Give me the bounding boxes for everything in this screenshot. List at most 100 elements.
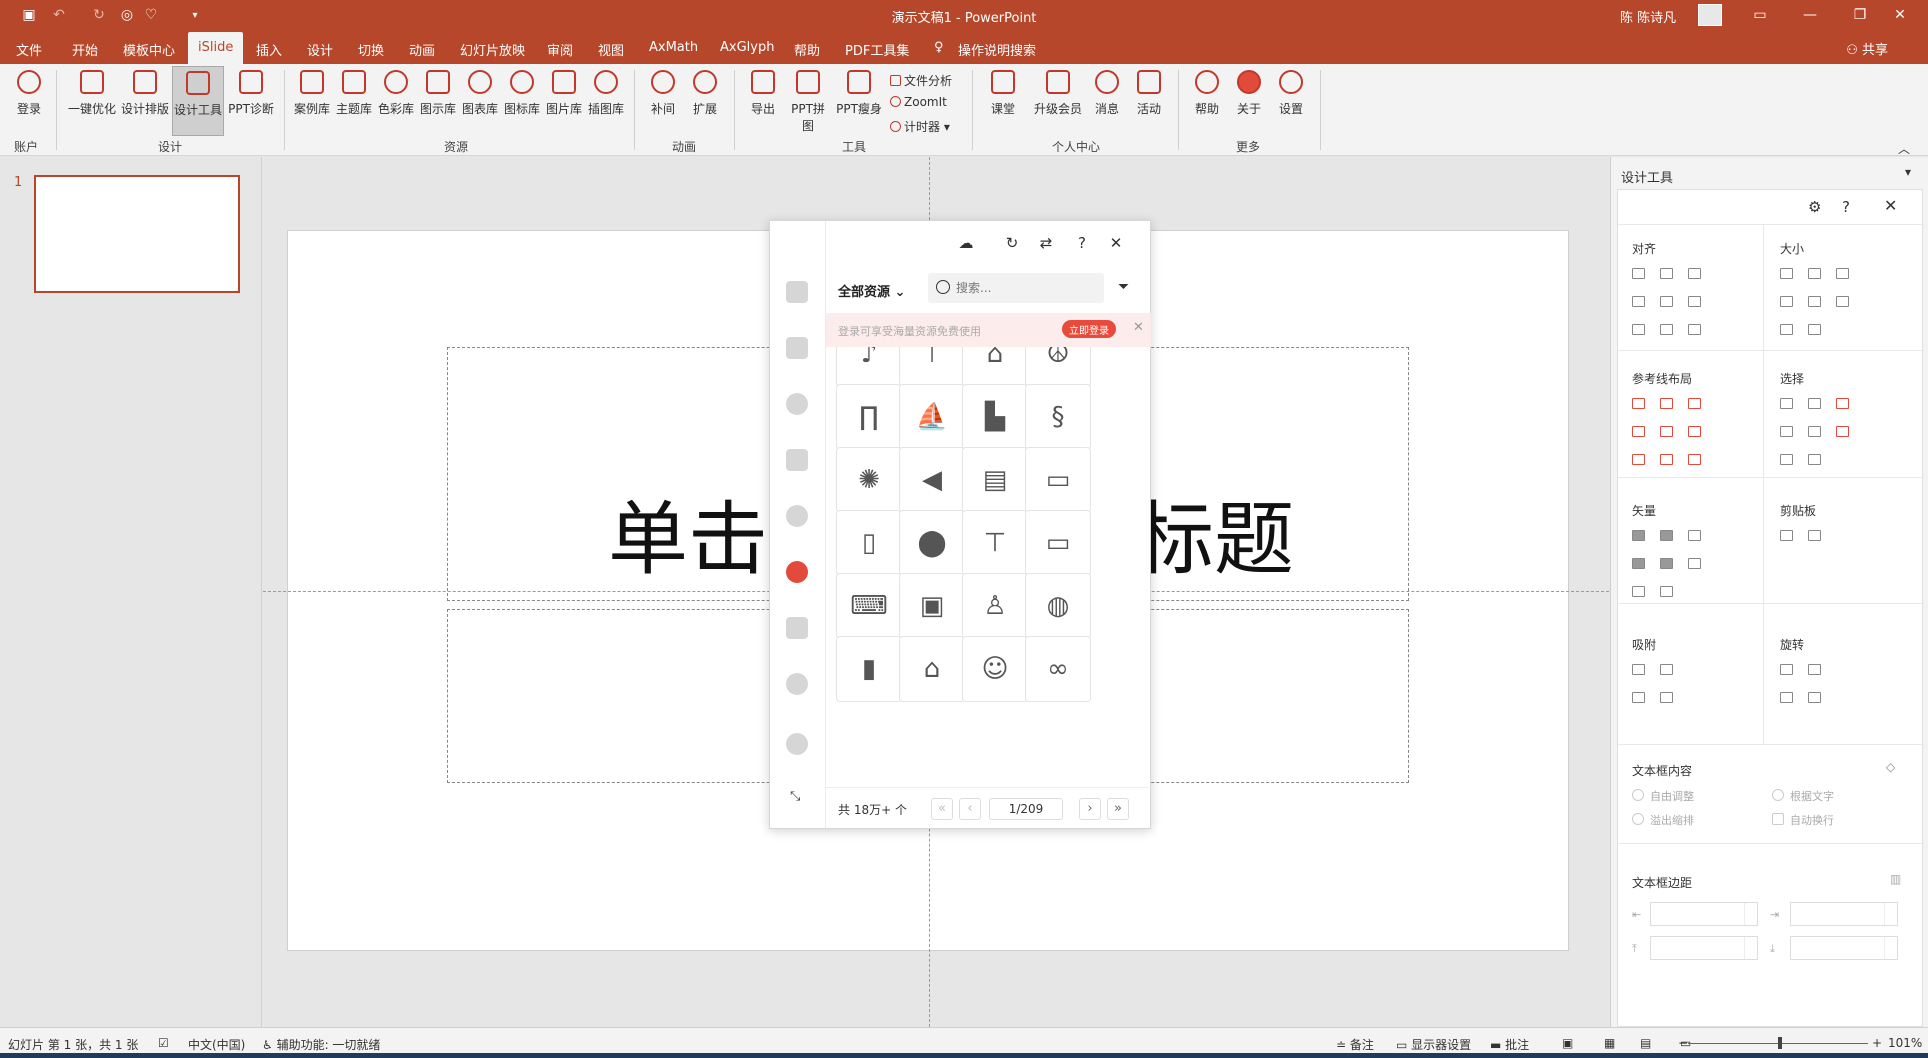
select-same-fill-icon[interactable] bbox=[1780, 398, 1793, 409]
tab-axglyph[interactable]: AxGlyph bbox=[720, 37, 774, 58]
select-check-icon[interactable] bbox=[1836, 398, 1849, 409]
palette-category-icon[interactable] bbox=[786, 393, 808, 415]
vector-combine-icon[interactable] bbox=[1660, 530, 1673, 541]
expand-right-icon[interactable] bbox=[1808, 296, 1821, 307]
loading-icon[interactable]: ✺ bbox=[836, 447, 902, 513]
theme-category-icon[interactable] bbox=[786, 337, 808, 359]
accessibility-status[interactable]: ♿ 辅助功能: 一切就绪 bbox=[262, 1036, 380, 1053]
tab-animations[interactable]: 动画 bbox=[409, 37, 435, 62]
help-button[interactable]: 帮助 bbox=[1192, 70, 1222, 117]
bank-icon[interactable]: ⌂ bbox=[899, 636, 965, 702]
clipboard-copy-icon[interactable] bbox=[1780, 530, 1793, 541]
align-top-icon[interactable] bbox=[1632, 296, 1645, 307]
select-top-icon[interactable] bbox=[1780, 426, 1793, 437]
align-left-icon[interactable] bbox=[1632, 268, 1645, 279]
vector-copy-icon[interactable] bbox=[1660, 586, 1673, 597]
next-page-icon[interactable]: › bbox=[1079, 798, 1101, 820]
guide-vcenter-icon[interactable] bbox=[1660, 426, 1673, 437]
guide-left-icon[interactable] bbox=[1632, 398, 1645, 409]
same-width-icon[interactable] bbox=[1780, 268, 1793, 279]
ribbon-display-icon[interactable]: ▭ bbox=[1740, 4, 1780, 26]
same-height-icon[interactable] bbox=[1808, 268, 1821, 279]
help-icon[interactable]: ? bbox=[1842, 198, 1850, 216]
collapse-ribbon-icon[interactable]: ︿ bbox=[1898, 140, 1910, 157]
notes-button[interactable]: ≐ 备注 bbox=[1336, 1036, 1374, 1053]
vector-fragment-icon[interactable] bbox=[1688, 530, 1701, 541]
extend-button[interactable]: 扩展 bbox=[690, 70, 720, 117]
display-code-icon[interactable]: ▭ bbox=[1025, 447, 1091, 513]
activity-button[interactable]: 活动 bbox=[1134, 70, 1164, 117]
jet-ski-icon[interactable]: ⛵ bbox=[899, 384, 965, 450]
tab-pdf-tools[interactable]: PDF工具集 bbox=[845, 37, 909, 62]
collapse-panel-icon[interactable]: ⤡ bbox=[790, 789, 800, 804]
settings-icon[interactable]: ⚙ bbox=[1808, 198, 1821, 216]
monitor-chip-icon[interactable]: ▤ bbox=[962, 447, 1028, 513]
laptop-chart-icon[interactable]: ⌨ bbox=[836, 573, 902, 639]
guide-top-icon[interactable] bbox=[1632, 426, 1645, 437]
comments-button[interactable]: ▬ 批注 bbox=[1490, 1036, 1529, 1053]
icon-category-icon[interactable] bbox=[786, 561, 808, 583]
guide-fill-width-icon[interactable] bbox=[1632, 454, 1645, 465]
file-analysis-button[interactable]: 文件分析 bbox=[890, 72, 952, 89]
vector-intersect-icon[interactable] bbox=[1632, 558, 1645, 569]
guide-fill-all-icon[interactable] bbox=[1688, 454, 1701, 465]
minimize-icon[interactable]: — bbox=[1790, 4, 1830, 26]
switch-icon[interactable]: ⇄ bbox=[1036, 233, 1056, 253]
select-cursor-icon[interactable] bbox=[1836, 426, 1849, 437]
flip-horizontal-icon[interactable] bbox=[1780, 692, 1793, 703]
timer-button[interactable]: 计时器 ▾ bbox=[890, 118, 950, 135]
balance-icon[interactable]: ⌂ bbox=[962, 347, 1028, 387]
pane-dropdown-icon[interactable]: ▾ bbox=[1905, 165, 1911, 179]
settings-button[interactable]: 设置 bbox=[1276, 70, 1306, 117]
select-bottom-icon[interactable] bbox=[1780, 454, 1793, 465]
snap-bottom-icon[interactable] bbox=[1660, 692, 1673, 703]
auto-wrap-checkbox[interactable] bbox=[1772, 813, 1784, 825]
diagram-category-icon[interactable] bbox=[786, 449, 808, 471]
spellcheck-icon[interactable]: ☑ bbox=[158, 1036, 169, 1050]
last-page-icon[interactable]: » bbox=[1107, 798, 1129, 820]
align-middle-icon[interactable] bbox=[1660, 296, 1673, 307]
snap-top-icon[interactable] bbox=[1632, 692, 1645, 703]
category-dropdown[interactable]: 全部资源 ⌄ bbox=[838, 281, 905, 300]
select-same-line-icon[interactable] bbox=[1808, 398, 1821, 409]
vector-union-icon[interactable] bbox=[1632, 530, 1645, 541]
zoom-level[interactable]: 101% bbox=[1888, 1036, 1922, 1050]
classroom-button[interactable]: 课堂 bbox=[988, 70, 1018, 117]
slide-thumbnail[interactable] bbox=[34, 175, 240, 293]
globe-icon[interactable]: ◍ bbox=[1025, 573, 1091, 639]
tab-axmath[interactable]: AxMath bbox=[649, 37, 698, 58]
snap-left-icon[interactable] bbox=[1632, 664, 1645, 675]
ppt-slim-button[interactable]: PPT瘦身 bbox=[836, 70, 882, 117]
same-size-icon[interactable] bbox=[1836, 268, 1849, 279]
messages-button[interactable]: 消息 bbox=[1092, 70, 1122, 117]
align-bottom-icon[interactable] bbox=[1688, 296, 1701, 307]
icon-lib-button[interactable]: 图标库 bbox=[502, 70, 542, 117]
tab-template-center[interactable]: 模板中心 bbox=[123, 37, 175, 62]
margin-left-input[interactable] bbox=[1650, 902, 1758, 926]
design-layout-button[interactable]: 设计排版 bbox=[120, 70, 170, 117]
vector-text-icon[interactable] bbox=[1632, 586, 1645, 597]
ppt-diagnosis-button[interactable]: PPT诊断 bbox=[226, 70, 276, 117]
diagram-lib-button[interactable]: 图示库 bbox=[418, 70, 458, 117]
rotate-left-icon[interactable] bbox=[1780, 664, 1793, 675]
tab-home[interactable]: 开始 bbox=[72, 37, 98, 62]
export-button[interactable]: 导出 bbox=[748, 70, 778, 117]
color-lib-button[interactable]: 色彩库 bbox=[376, 70, 416, 117]
trash-icon[interactable]: ▥ bbox=[1890, 872, 1901, 886]
saxophone-icon[interactable]: ♪ bbox=[836, 347, 902, 387]
guide-hcenter-icon[interactable] bbox=[1660, 398, 1673, 409]
prev-page-icon[interactable]: ‹ bbox=[959, 798, 981, 820]
upgrade-button[interactable]: 升级会员 bbox=[1032, 70, 1084, 117]
help-icon[interactable]: ? bbox=[1072, 233, 1092, 253]
zoomit-button[interactable]: ZoomIt bbox=[890, 95, 947, 109]
tab-design[interactable]: 设计 bbox=[307, 37, 333, 62]
person-avatar-icon[interactable]: ☺ bbox=[962, 636, 1028, 702]
tab-view[interactable]: 视图 bbox=[598, 37, 624, 62]
expand-left-icon[interactable] bbox=[1780, 296, 1793, 307]
login-button[interactable]: 登录 bbox=[14, 70, 44, 117]
lamp-post-icon[interactable]: ⍑ bbox=[899, 347, 965, 387]
rotate-right-icon[interactable] bbox=[1808, 664, 1821, 675]
first-page-icon[interactable]: « bbox=[931, 798, 953, 820]
seahorse-icon[interactable]: § bbox=[1025, 384, 1091, 450]
eraser-icon[interactable]: ◇ bbox=[1886, 760, 1895, 774]
